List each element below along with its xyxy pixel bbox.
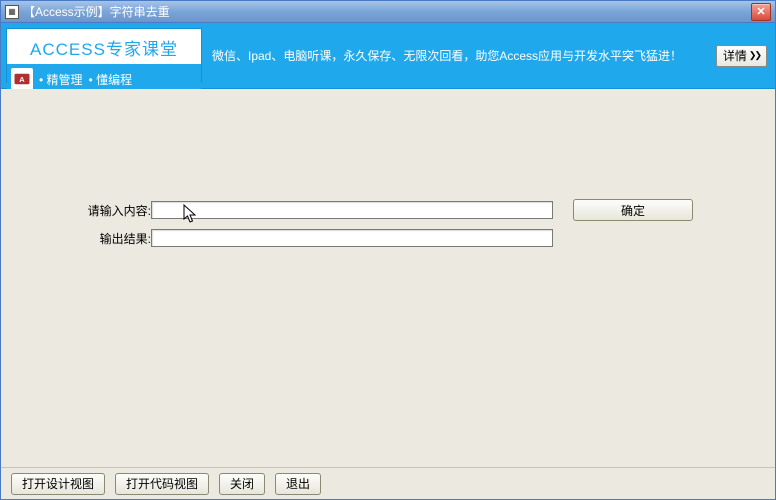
close-icon[interactable]: ✕	[751, 3, 771, 21]
banner-sub-left: • 精管理	[39, 71, 83, 88]
title-bar[interactable]: ▦ 【Access示例】字符串去重 ✕	[1, 1, 775, 23]
banner-sub-right: • 懂编程	[89, 71, 133, 88]
footer-bar: 打开设计视图 打开代码视图 关闭 退出	[1, 467, 775, 499]
content-input[interactable]	[151, 201, 553, 219]
chevron-right-icon: ❯❯	[749, 50, 760, 61]
window-title: 【Access示例】字符串去重	[23, 3, 170, 20]
exit-button[interactable]: 退出	[275, 473, 321, 495]
form-icon: ▦	[5, 5, 19, 19]
banner-promo-text: 微信、Ipad、电脑听课，永久保存、无限次回看，助您Access应用与开发水平突…	[212, 28, 706, 83]
svg-text:A: A	[19, 75, 25, 84]
open-design-view-button[interactable]: 打开设计视图	[11, 473, 105, 495]
output-label: 输出结果:	[79, 230, 151, 247]
close-button[interactable]: 关闭	[219, 473, 265, 495]
open-code-view-button[interactable]: 打开代码视图	[115, 473, 209, 495]
banner: ACCESS专家课堂 A • 精管理 • 懂编程 微信、Ipad、电脑听课，永久…	[1, 23, 775, 89]
input-label: 请输入内容:	[79, 202, 151, 219]
window-frame: ▦ 【Access示例】字符串去重 ✕ ACCESS专家课堂 A • 精管理 •…	[0, 0, 776, 500]
ok-button[interactable]: 确定	[573, 199, 693, 221]
access-icon: A	[11, 68, 33, 90]
detail-button[interactable]: 详情 ❯❯	[716, 45, 767, 67]
banner-card: ACCESS专家课堂 A • 精管理 • 懂编程	[6, 28, 202, 83]
output-result[interactable]	[151, 229, 553, 247]
content-area: 请输入内容: 确定 输出结果:	[1, 89, 775, 467]
detail-button-label: 详情	[723, 47, 747, 64]
banner-card-title: ACCESS专家课堂	[13, 33, 195, 60]
